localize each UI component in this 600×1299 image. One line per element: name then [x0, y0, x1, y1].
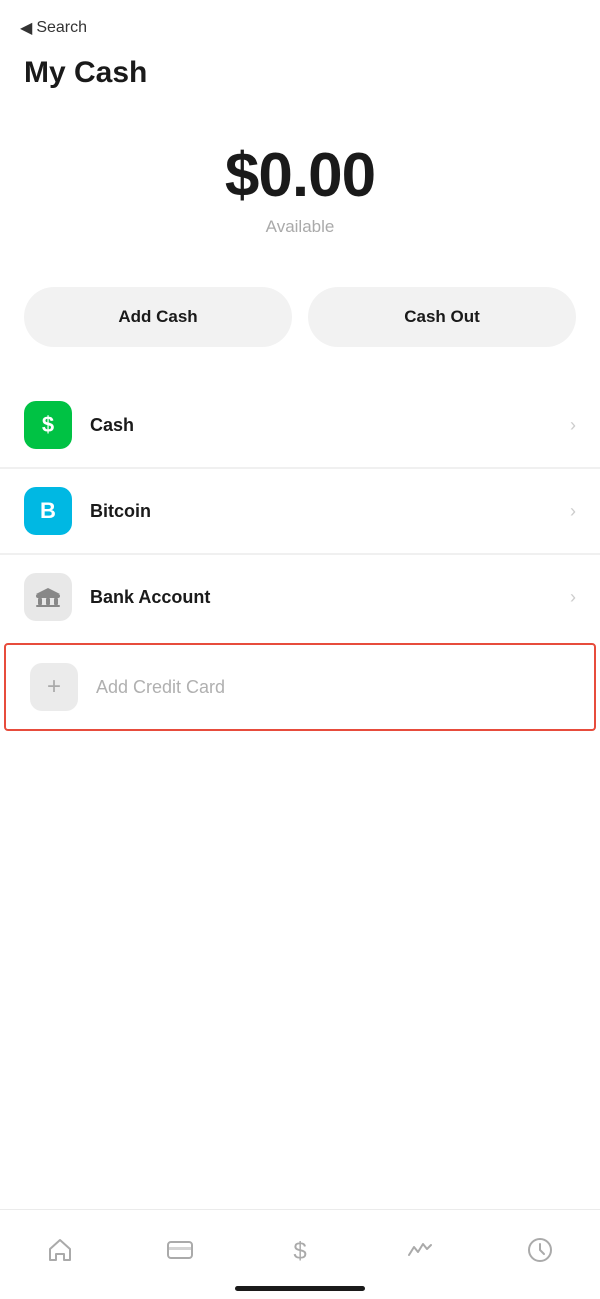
home-icon: [46, 1236, 74, 1264]
back-navigation[interactable]: ◀ Search: [0, 0, 600, 46]
balance-amount: $0.00: [225, 140, 375, 211]
dollar-icon: $: [286, 1236, 314, 1264]
nav-card[interactable]: [120, 1236, 240, 1264]
bank-account-label: Bank Account: [90, 587, 570, 608]
add-credit-card-label: Add Credit Card: [96, 677, 570, 698]
card-icon: [166, 1236, 194, 1264]
balance-label: Available: [266, 217, 335, 237]
add-cash-button[interactable]: Add Cash: [24, 287, 292, 347]
bank-icon: [24, 573, 72, 621]
bitcoin-chevron-icon: ›: [570, 501, 576, 522]
cash-chevron-icon: ›: [570, 415, 576, 436]
page-title: My Cash: [0, 46, 600, 90]
bitcoin-icon: B: [24, 487, 72, 535]
cash-label: Cash: [90, 415, 570, 436]
bitcoin-menu-item[interactable]: B Bitcoin ›: [0, 469, 600, 554]
activity-icon: [406, 1236, 434, 1264]
nav-clock[interactable]: [480, 1236, 600, 1264]
nav-dollar[interactable]: $: [240, 1236, 360, 1264]
add-credit-card-row[interactable]: + Add Credit Card: [4, 643, 596, 731]
add-credit-card-plus-icon: +: [30, 663, 78, 711]
cash-menu-item[interactable]: $ Cash ›: [0, 383, 600, 468]
balance-section: $0.00 Available: [0, 90, 600, 257]
menu-list: $ Cash › B Bitcoin › Bank Account ›: [0, 383, 600, 639]
nav-activity[interactable]: [360, 1236, 480, 1264]
back-label: Search: [36, 19, 87, 37]
bank-account-menu-item[interactable]: Bank Account ›: [0, 555, 600, 639]
clock-icon: [526, 1236, 554, 1264]
cash-out-button[interactable]: Cash Out: [308, 287, 576, 347]
back-arrow-icon: ◀: [20, 18, 32, 38]
home-indicator: [235, 1286, 365, 1291]
bank-chevron-icon: ›: [570, 587, 576, 608]
nav-home[interactable]: [0, 1236, 120, 1264]
svg-text:$: $: [293, 1238, 306, 1263]
bitcoin-label: Bitcoin: [90, 501, 570, 522]
cash-icon: $: [24, 401, 72, 449]
action-buttons: Add Cash Cash Out: [0, 257, 600, 383]
